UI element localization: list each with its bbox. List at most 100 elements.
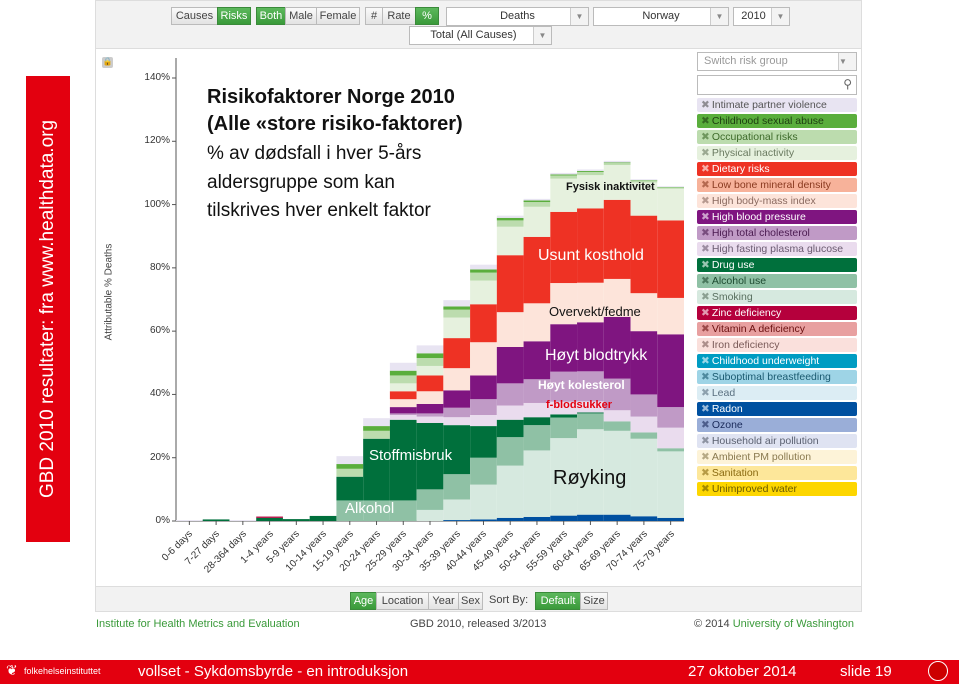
bar-segment[interactable]: [309, 515, 337, 521]
bar-segment[interactable]: [443, 338, 471, 369]
bar-segment[interactable]: [202, 519, 230, 521]
bar-segment[interactable]: [443, 499, 471, 521]
bar-segment[interactable]: [523, 516, 551, 521]
bar-segment[interactable]: [363, 430, 390, 439]
bar-segment[interactable]: [256, 516, 283, 518]
bar-segment[interactable]: [550, 414, 578, 418]
bar-segment[interactable]: [523, 198, 551, 201]
bar-segment[interactable]: [657, 187, 684, 189]
bar-segment[interactable]: [416, 509, 444, 521]
bar-segment[interactable]: [550, 172, 578, 175]
bar-segment[interactable]: [416, 358, 444, 366]
bar-segment[interactable]: [630, 394, 658, 417]
bar-segment[interactable]: [496, 346, 524, 384]
bar-segment[interactable]: [363, 426, 390, 431]
bar-segment[interactable]: [577, 514, 604, 521]
bar-segment[interactable]: [523, 200, 551, 203]
bar-segment[interactable]: [496, 419, 524, 438]
bar-segment[interactable]: [657, 220, 684, 298]
bar-segment[interactable]: [389, 362, 417, 371]
bar-segment[interactable]: [443, 407, 471, 418]
bar-segment[interactable]: [256, 517, 283, 521]
bar-segment[interactable]: [470, 264, 497, 270]
bar-segment[interactable]: [470, 399, 497, 415]
bar-segment[interactable]: [336, 464, 364, 469]
bar-segment[interactable]: [523, 202, 551, 207]
bar-segment[interactable]: [630, 516, 658, 521]
bar-segment[interactable]: [496, 312, 524, 347]
bar-segment[interactable]: [389, 383, 417, 392]
bar-segment[interactable]: [577, 208, 604, 283]
bar-segment[interactable]: [282, 519, 310, 521]
bar-segment[interactable]: [523, 206, 551, 237]
bar-segment[interactable]: [496, 405, 524, 420]
bar-segment[interactable]: [389, 407, 417, 414]
bar-segment[interactable]: [443, 317, 471, 339]
bar-segment[interactable]: [389, 399, 417, 408]
bar-segment[interactable]: [416, 353, 444, 359]
bar-segment[interactable]: [416, 365, 444, 376]
bar-segment[interactable]: [657, 297, 684, 335]
bar-segment[interactable]: [496, 437, 524, 466]
bar-segment[interactable]: [603, 421, 631, 431]
bar-segment[interactable]: [523, 425, 551, 451]
bar-segment[interactable]: [523, 417, 551, 426]
bar-segment[interactable]: [523, 450, 551, 517]
bar-segment[interactable]: [577, 413, 604, 430]
bar-segment[interactable]: [443, 306, 471, 310]
uw-link[interactable]: University of Washington: [733, 618, 854, 630]
bar-segment[interactable]: [389, 375, 417, 384]
bar-segment[interactable]: [550, 175, 578, 179]
bar-segment[interactable]: [389, 391, 417, 400]
bar-segment[interactable]: [416, 413, 444, 417]
bar-segment[interactable]: [176, 520, 203, 521]
bar-segment[interactable]: [470, 414, 497, 427]
bar-segment[interactable]: [496, 215, 524, 218]
bar-segment[interactable]: [416, 375, 444, 392]
bar-segment[interactable]: [470, 484, 497, 520]
bar-segment[interactable]: [443, 474, 471, 500]
bar-segment[interactable]: [657, 448, 684, 452]
bar-segment[interactable]: [657, 451, 684, 518]
bar-segment[interactable]: [523, 303, 551, 342]
bar-segment[interactable]: [550, 174, 578, 176]
bar-segment[interactable]: [470, 519, 497, 521]
bar-segment[interactable]: [550, 515, 578, 521]
bar-segment[interactable]: [577, 171, 604, 176]
bar-segment[interactable]: [630, 416, 658, 433]
bar-segment[interactable]: [496, 255, 524, 313]
bar-segment[interactable]: [603, 514, 631, 521]
bar-segment[interactable]: [577, 412, 604, 414]
bar-segment[interactable]: [336, 476, 364, 501]
bar-segment[interactable]: [416, 391, 444, 404]
bar-segment[interactable]: [470, 342, 497, 376]
bar-segment[interactable]: [470, 272, 497, 281]
bar-segment[interactable]: [603, 163, 631, 166]
bar-segment[interactable]: [443, 520, 471, 521]
bar-segment[interactable]: [416, 403, 444, 414]
bar-segment[interactable]: [657, 187, 684, 188]
bar-segment[interactable]: [657, 188, 684, 221]
bar-segment[interactable]: [496, 465, 524, 518]
bar-segment[interactable]: [443, 390, 471, 408]
bar-segment[interactable]: [657, 334, 684, 408]
bar-segment[interactable]: [470, 304, 497, 343]
bar-segment[interactable]: [470, 457, 497, 485]
bar-segment[interactable]: [496, 220, 524, 227]
bar-segment[interactable]: [389, 413, 417, 415]
bar-segment[interactable]: [229, 520, 257, 521]
bar-segment[interactable]: [363, 418, 390, 427]
bar-segment[interactable]: [577, 171, 604, 172]
bar-segment[interactable]: [443, 300, 471, 307]
bar-segment[interactable]: [496, 226, 524, 256]
bar-segment[interactable]: [336, 456, 364, 465]
bar-segment[interactable]: [603, 199, 631, 279]
bar-segment[interactable]: [416, 345, 444, 354]
bar-segment[interactable]: [336, 468, 364, 477]
bar-segment[interactable]: [657, 407, 684, 428]
bar-segment[interactable]: [603, 162, 631, 164]
bar-segment[interactable]: [416, 416, 444, 423]
bar-segment[interactable]: [416, 489, 444, 510]
bar-segment[interactable]: [470, 426, 497, 458]
bar-segment[interactable]: [657, 427, 684, 449]
